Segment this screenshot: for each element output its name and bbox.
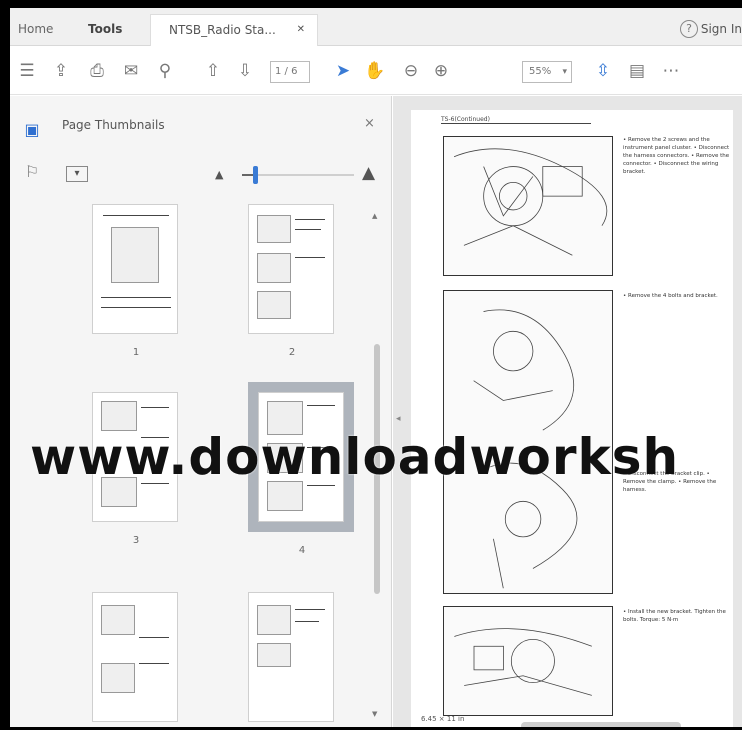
thumbnail-label: 3 (132, 535, 140, 546)
page-down-icon[interactable]: ⇩ (234, 60, 256, 82)
search-icon[interactable]: ⚲ (154, 60, 176, 82)
fit-width-icon[interactable]: ⇳ (592, 60, 614, 82)
slider-handle[interactable] (253, 166, 259, 184)
scroll-down-icon[interactable]: ▼ (372, 710, 377, 718)
page-thumbnail[interactable]: 5 (92, 592, 178, 722)
tab-tools[interactable]: Tools (88, 14, 122, 46)
tab-bar: Home Tools NTSB_Radio Sta... ✕ ? Sign In (10, 8, 742, 46)
sidebar-icon[interactable]: ☰ (16, 60, 38, 82)
page-up-icon[interactable]: ⇧ (202, 60, 224, 82)
collapse-panel-icon[interactable]: ◂ (396, 414, 401, 424)
horizontal-scrollbar[interactable] (521, 722, 681, 727)
tab-document[interactable]: NTSB_Radio Sta... ✕ (150, 14, 318, 46)
left-rail: ▣ ⚐ (10, 96, 52, 727)
panel-title: Page Thumbnails (62, 118, 165, 132)
zoom-in-icon[interactable]: ⊕ (430, 60, 452, 82)
scroll-up-icon[interactable]: ▲ (372, 212, 377, 220)
thumbnail-options-icon[interactable]: ▾ (66, 166, 88, 182)
close-icon[interactable]: ✕ (297, 15, 305, 45)
page-thumbnail[interactable]: 3 (92, 392, 178, 546)
page-thumbnail[interactable]: 1 (92, 204, 178, 358)
thumbnail-label: 4 (298, 545, 306, 556)
sign-in-link[interactable]: Sign In (701, 14, 742, 44)
page-size-indicator: 6.45 × 11 in (421, 715, 465, 723)
figure-caption: • Remove the 2 screws and the instrument… (623, 137, 730, 175)
tab-document-label: NTSB_Radio Sta... (169, 23, 276, 37)
figure-caption: • Disconnect the bracket clip. • Remove … (623, 471, 717, 493)
page-thumbnail[interactable]: 6 (248, 592, 334, 722)
document-view[interactable]: ◂ TS-6(Continued) • Remove the 2 screws … (393, 96, 742, 727)
print-icon[interactable]: ⎙ (86, 60, 108, 82)
thumbnail-size-slider[interactable] (242, 166, 354, 184)
thumbnails-icon[interactable]: ▣ (22, 120, 42, 140)
thumbnail-grid: 1 2 3 4 (52, 196, 377, 727)
figure-caption: • Install the new bracket. Tighten the b… (623, 609, 726, 623)
figure-illustration (443, 606, 613, 716)
page-thumbnail-selected[interactable]: 4 (248, 382, 354, 556)
section-header: TS-6(Continued) (441, 116, 591, 124)
thumbnail-panel: ▣ ⚐ Page Thumbnails × ▾ ▲ ▲ 1 2 3 4 ▲ ▼ (10, 96, 392, 727)
thumbnail-zoom-in-icon[interactable]: ▲ (362, 163, 375, 183)
chevron-down-icon: ▾ (562, 67, 567, 77)
figure-caption: • Remove the 4 bolts and bracket. (623, 293, 718, 299)
help-icon[interactable]: ? (680, 20, 698, 38)
more-icon[interactable]: ⋯ (660, 60, 682, 82)
document-page: TS-6(Continued) • Remove the 2 screws an… (411, 110, 733, 727)
document-icon[interactable]: ▤ (626, 60, 648, 82)
tab-home[interactable]: Home (18, 14, 53, 46)
close-panel-icon[interactable]: × (364, 116, 375, 131)
thumbnail-label: 1 (132, 347, 140, 358)
zoom-value: 55% (529, 66, 552, 77)
zoom-out-icon[interactable]: ⊖ (400, 60, 422, 82)
hand-icon[interactable]: ✋ (364, 60, 386, 82)
toolbar: ☰ ⇪ ⎙ ✉ ⚲ ⇧ ⇩ 1 / 6 ➤ ✋ ⊖ ⊕ 55% ▾ ⇳ ▤ ⋯ (10, 47, 742, 95)
scrollbar-thumb[interactable] (374, 344, 380, 594)
bookmark-icon[interactable]: ⚐ (22, 162, 42, 182)
email-icon[interactable]: ✉ (120, 60, 142, 82)
figure-illustration (443, 136, 613, 276)
thumbnail-label: 2 (288, 347, 296, 358)
select-icon[interactable]: ➤ (332, 60, 354, 82)
thumbnail-scrollbar[interactable]: ▲ ▼ (372, 212, 382, 720)
figure-illustration (443, 290, 613, 594)
page-number-input[interactable]: 1 / 6 (270, 61, 310, 83)
page-thumbnail[interactable]: 2 (248, 204, 334, 358)
zoom-select[interactable]: 55% ▾ (522, 61, 572, 83)
thumbnail-zoom-out-icon[interactable]: ▲ (215, 168, 223, 181)
upload-icon[interactable]: ⇪ (50, 60, 72, 82)
